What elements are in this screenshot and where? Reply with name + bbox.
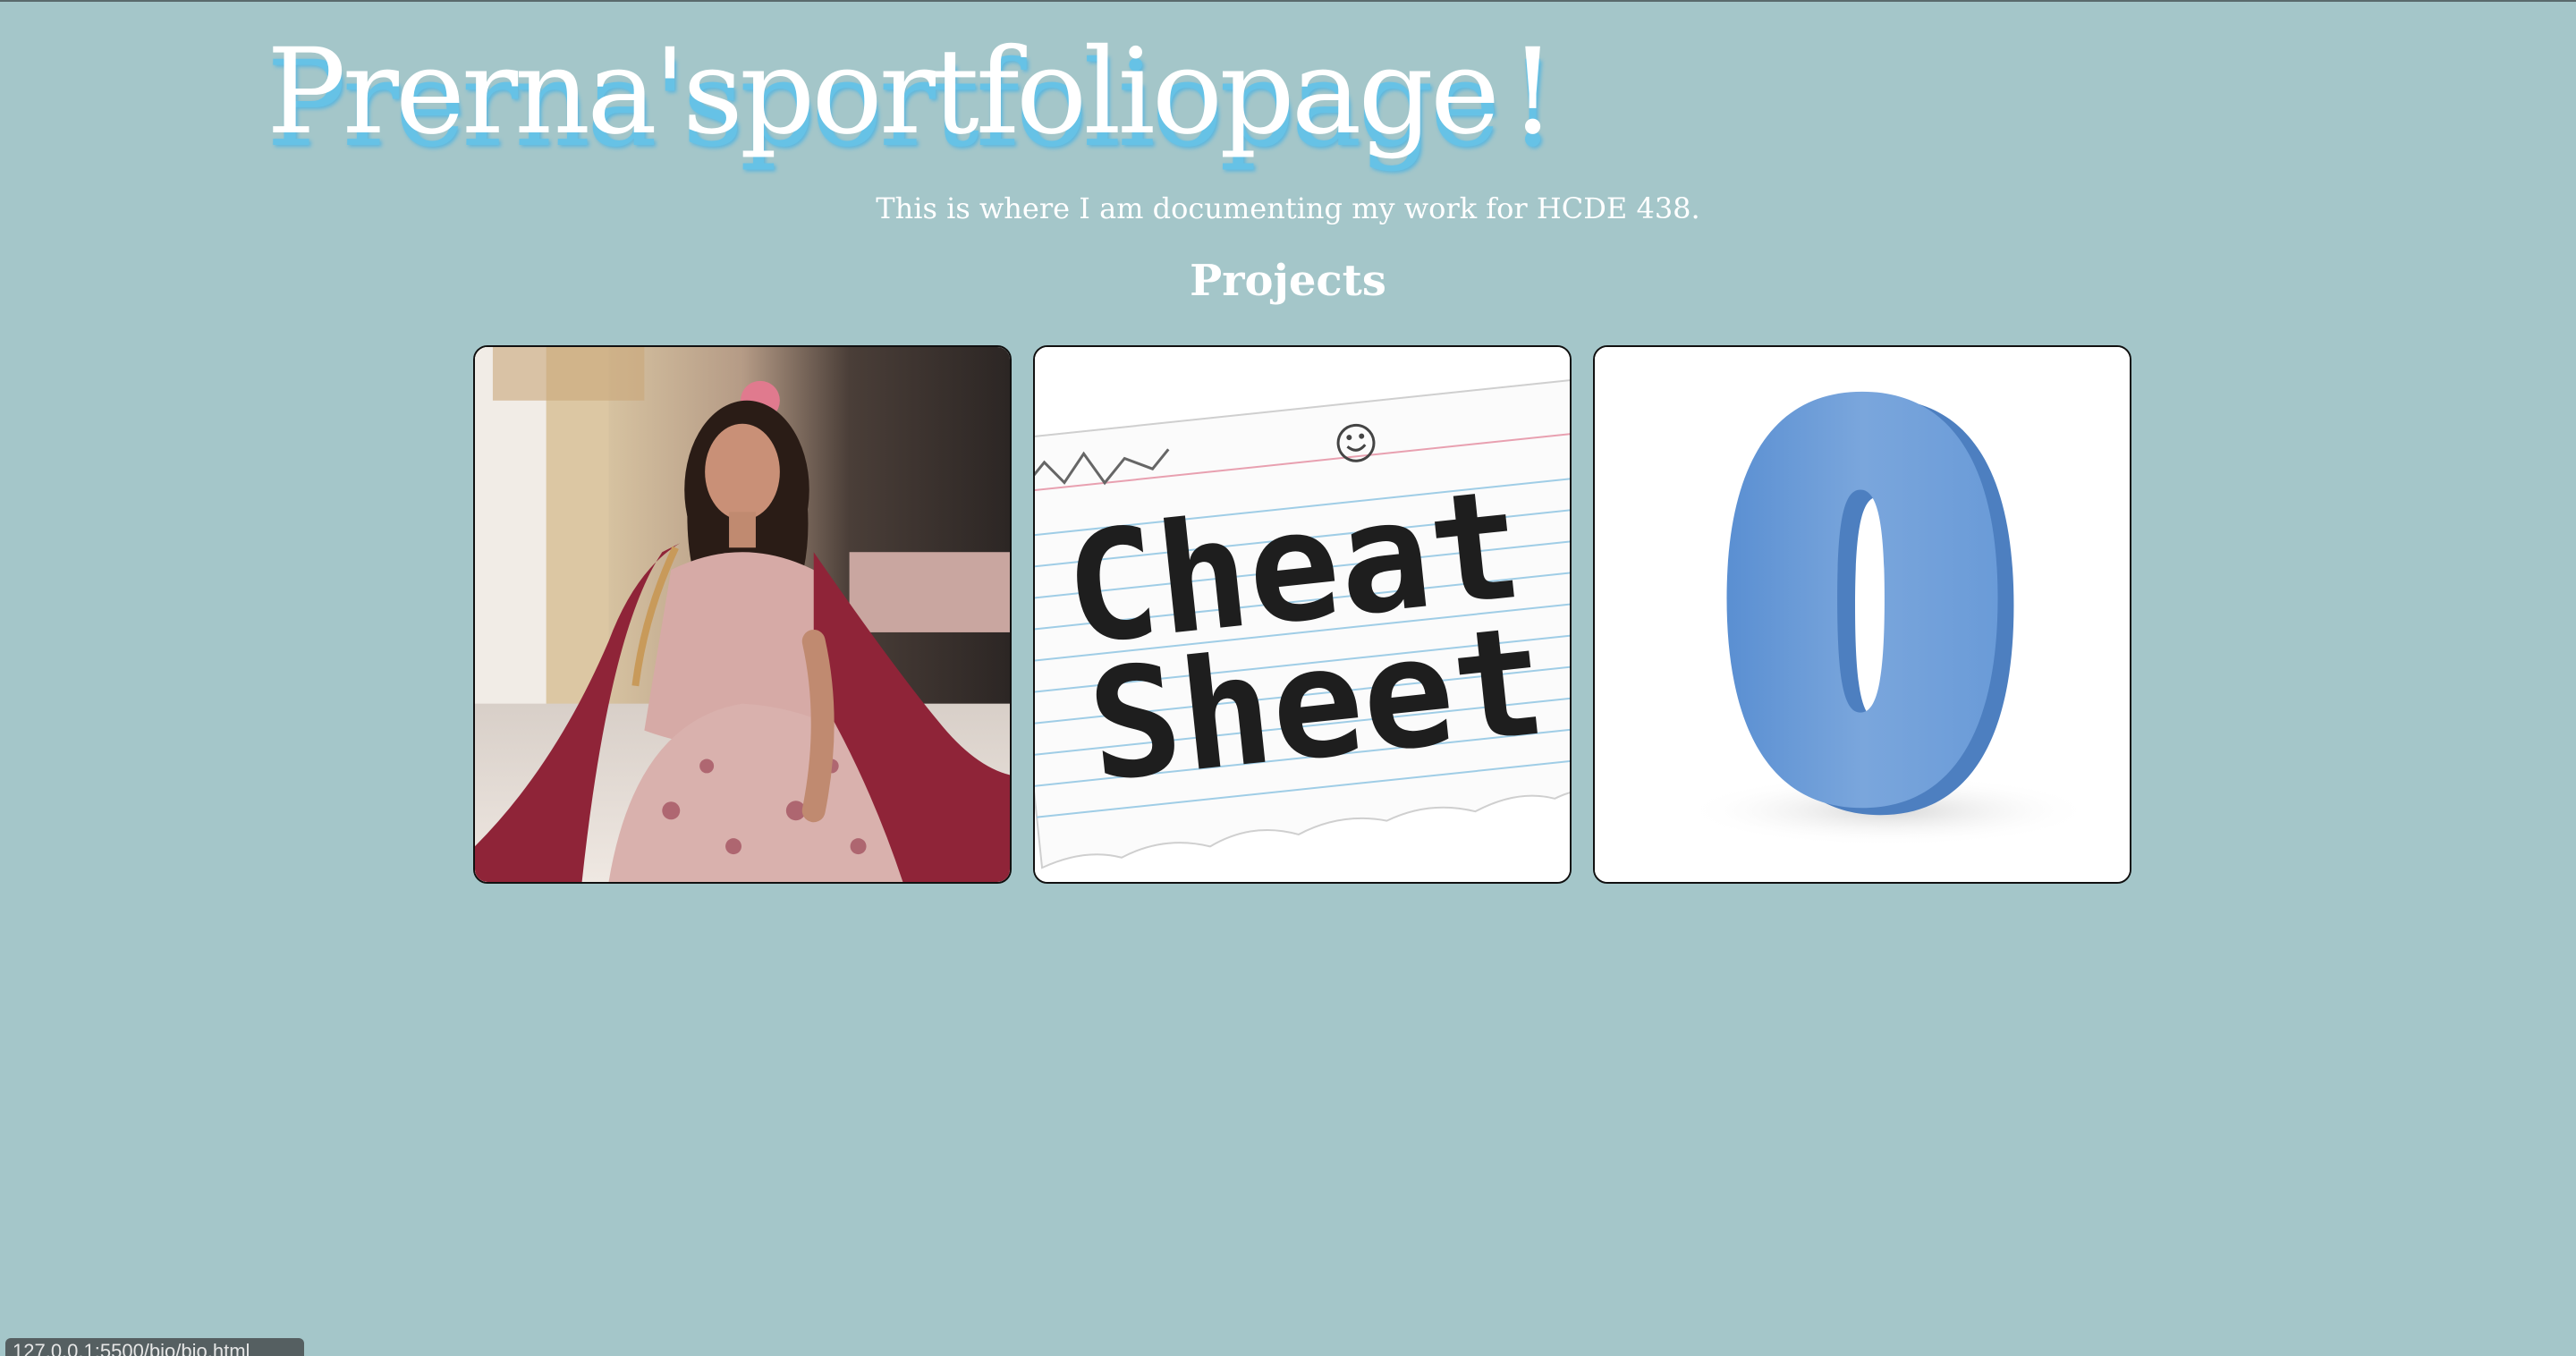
project-card-cheat-sheet[interactable]: Cheat Sheet xyxy=(1033,345,1572,884)
page-title: Prerna'sportfoliopage! xyxy=(267,21,1556,163)
title-part-name: Prerna's xyxy=(267,23,743,161)
page-subtitle: This is where I am documenting my work f… xyxy=(876,191,1700,225)
portrait-image xyxy=(475,347,1010,882)
title-part-page: page xyxy=(1219,23,1500,161)
zero-image xyxy=(1595,347,2130,882)
project-card-zero[interactable] xyxy=(1593,345,2131,884)
projects-grid: Cheat Sheet xyxy=(473,345,2131,884)
project-card-portrait[interactable] xyxy=(473,345,1012,884)
title-part-portfolio: portfolio xyxy=(739,23,1223,161)
projects-heading: Projects xyxy=(1190,256,1386,306)
status-bar-url: 127.0.0.1:5500/bio/bio.html xyxy=(5,1338,304,1356)
cheat-sheet-image: Cheat Sheet xyxy=(1035,347,1570,882)
title-part-exclaim: ! xyxy=(1509,23,1556,161)
